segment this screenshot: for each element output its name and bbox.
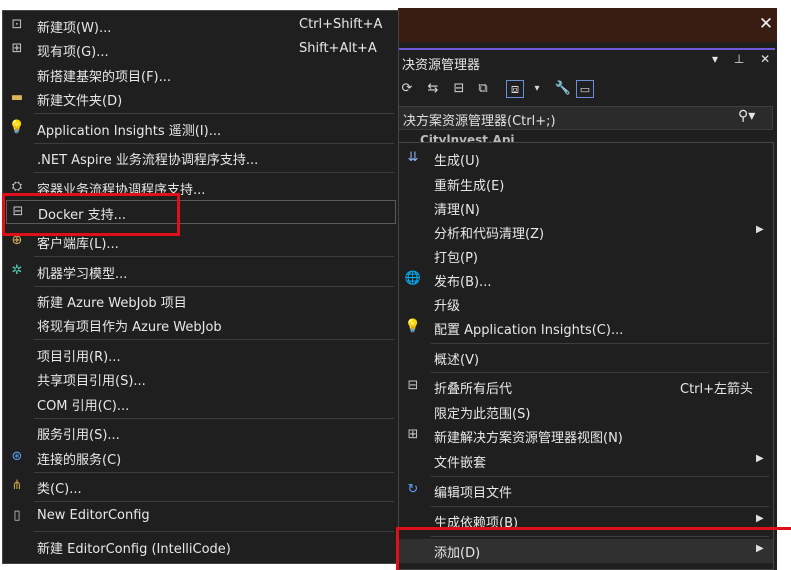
menu-separator: [34, 286, 394, 287]
menu-item-service-reference[interactable]: 服务引用(S)...: [3, 421, 398, 445]
red-highlight-add: [396, 527, 791, 570]
menu-separator: [34, 501, 394, 502]
menu-separator: [34, 339, 394, 340]
collapse-all-icon[interactable]: ⊟: [450, 80, 468, 98]
toolbar-dropdown-icon[interactable]: ▾: [528, 80, 546, 98]
menu-item-aspire[interactable]: .NET Aspire 业务流程协调程序支持...: [3, 146, 398, 170]
search-placeholder: 决方案资源管理器(Ctrl+;): [403, 114, 556, 129]
menu-item-new-editorconfig-intellicode[interactable]: 新建 EditorConfig (IntelliCode): [3, 535, 398, 559]
menu-separator: [34, 172, 394, 173]
menu-item-connected-service[interactable]: ⊛ 连接的服务(C): [3, 446, 398, 470]
menu-item-edit-project-file[interactable]: ↻ 编辑项目文件: [398, 479, 773, 503]
menu-separator: [34, 256, 394, 257]
menu-item-build[interactable]: ⇊ 生成(U): [398, 147, 773, 171]
menu-item-existing-item[interactable]: ⊞ 现有项(G)... Shift+Alt+A: [3, 38, 398, 62]
class-icon: ⋔: [11, 478, 23, 493]
menu-item-new-folder[interactable]: ▬ 新建文件夹(D): [3, 87, 398, 111]
app-insights-icon: 💡: [8, 120, 26, 135]
menu-item-new-editorconfig[interactable]: ▯ New EditorConfig: [3, 505, 398, 529]
search-icon[interactable]: ⚲▾: [738, 108, 755, 124]
top-white-strip: [0, 0, 791, 8]
copy-view-icon[interactable]: ⧉: [474, 80, 492, 98]
submenu-arrow-icon: ▶: [756, 453, 764, 464]
properties-wrench-icon[interactable]: 🔧: [554, 80, 572, 98]
menu-item-new-se-view[interactable]: ⊞ 新建解决方案资源管理器视图(N): [398, 424, 773, 448]
menu-item-publish[interactable]: 🌐 发布(B)...: [398, 268, 773, 292]
edit-project-icon: ↻: [407, 482, 419, 497]
sync-icon[interactable]: ⇆: [424, 80, 442, 98]
right-white-strip: [777, 8, 791, 570]
editorconfig-icon: ▯: [13, 508, 21, 523]
menu-item-scope-to-this[interactable]: 限定为此范围(S): [398, 400, 773, 424]
menu-item-class[interactable]: ⋔ 类(C)...: [3, 475, 398, 499]
title-bar: [398, 8, 777, 42]
menu-item-existing-webjob[interactable]: 将现有项目作为 Azure WebJob: [3, 313, 398, 337]
menu-item-rebuild[interactable]: 重新生成(E): [398, 172, 773, 196]
menu-item-new-webjob[interactable]: 新建 Azure WebJob 项目: [3, 289, 398, 313]
existing-item-icon: ⊞: [11, 41, 23, 56]
menu-item-app-insights[interactable]: 💡 Application Insights 遥测(I)...: [3, 117, 398, 141]
menu-item-pack[interactable]: 打包(P): [398, 244, 773, 268]
show-all-files-icon[interactable]: ⧈: [506, 80, 524, 98]
publish-globe-icon: 🌐: [404, 271, 422, 286]
menu-item-shared-project-reference[interactable]: 共享项目引用(S)...: [3, 367, 398, 391]
collapse-icon: ⊟: [407, 378, 419, 393]
submenu-arrow-icon: ▶: [756, 513, 764, 524]
menu-item-collapse-descendants[interactable]: ⊟ 折叠所有后代 Ctrl+左箭头: [398, 375, 773, 399]
new-folder-icon: ▬: [10, 90, 24, 105]
connected-service-icon: ⊛: [11, 449, 23, 464]
menu-item-configure-insights[interactable]: 💡 配置 Application Insights(C)...: [398, 316, 773, 340]
build-icon: ⇊: [407, 150, 419, 165]
menu-separator: [431, 372, 769, 373]
menu-separator: [431, 343, 769, 344]
menu-separator: [34, 472, 394, 473]
ml-model-icon: ✲: [11, 263, 23, 278]
menu-separator: [34, 113, 394, 114]
menu-item-com-reference[interactable]: COM 引用(C)...: [3, 392, 398, 416]
menu-item-clean[interactable]: 清理(N): [398, 196, 773, 220]
solution-explorer-title: 决资源管理器: [402, 58, 481, 73]
menu-separator: [34, 143, 394, 144]
new-item-icon: ⊡: [11, 17, 23, 32]
menu-separator: [431, 506, 769, 507]
submenu-arrow-icon: ▶: [756, 224, 764, 235]
add-submenu: ⊡ 新建项(W)... Ctrl+Shift+A ⊞ 现有项(G)... Shi…: [2, 10, 399, 564]
menu-item-upgrade[interactable]: 升级: [398, 292, 773, 316]
menu-item-scaffolded-item[interactable]: 新搭建基架的项目(F)...: [3, 63, 398, 87]
menu-item-project-reference[interactable]: 项目引用(R)...: [3, 343, 398, 367]
app-insights-icon: 💡: [404, 319, 422, 334]
red-highlight-docker: [2, 193, 180, 236]
project-context-menu: ⇊ 生成(U) 重新生成(E) 清理(N) 分析和代码清理(Z) ▶ 打包(P)…: [398, 142, 774, 570]
menu-item-ml-model[interactable]: ✲ 机器学习模型...: [3, 260, 398, 284]
close-window-icon[interactable]: ✕: [758, 14, 774, 34]
menu-item-overview[interactable]: 概述(V): [398, 346, 773, 370]
refresh-icon[interactable]: ⟳: [398, 80, 416, 98]
menu-separator: [34, 418, 394, 419]
menu-separator: [34, 531, 394, 532]
menu-item-analyze[interactable]: 分析和代码清理(Z) ▶: [398, 220, 773, 244]
panel-options-icons[interactable]: ▾ ⊥ ✕: [712, 52, 776, 66]
menu-item-file-nesting[interactable]: 文件嵌套 ▶: [398, 449, 773, 473]
menu-separator: [431, 476, 769, 477]
menu-item-new-item[interactable]: ⊡ 新建项(W)... Ctrl+Shift+A: [3, 14, 398, 38]
new-view-icon: ⊞: [407, 427, 419, 442]
preview-icon[interactable]: ▭: [576, 80, 594, 98]
